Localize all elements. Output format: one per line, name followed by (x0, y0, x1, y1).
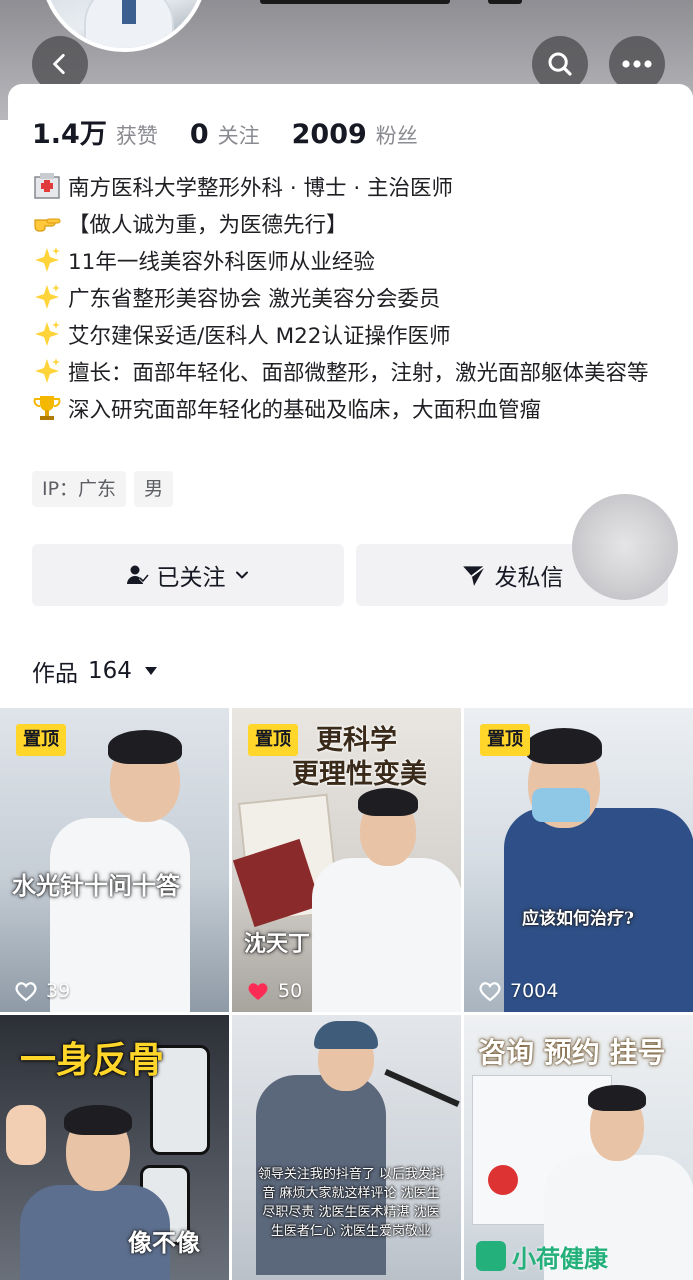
chevron-left-icon (53, 53, 65, 75)
works-tab[interactable]: 作品 164 (32, 654, 158, 688)
surgical-cap (314, 1021, 378, 1049)
bio-line: 擅长：面部年轻化、面部微整形，注射，激光面部躯体美容等 (32, 355, 672, 392)
heart-outline-icon (479, 982, 501, 1002)
figure-hair (358, 788, 418, 816)
video-grid: 置顶 水光针十问十答 39 置顶 更科学 更理性变美 沈天丁 50 置顶 应该如… (0, 708, 693, 1280)
user-check-icon (126, 565, 149, 584)
send-icon (462, 565, 485, 586)
like-count-value: 7004 (510, 980, 559, 1002)
video-title: 应该如何治疗? (522, 909, 634, 929)
video-thumbnail[interactable]: 一身反骨 像不像 (0, 1015, 229, 1280)
bio-line-5: 艾尔建保妥适/医科人 M22认证操作医师 (68, 324, 451, 349)
followers-count[interactable]: 2009 (292, 119, 367, 150)
video-title: 水光针十问十答 (12, 871, 180, 900)
floating-assistive-button[interactable] (572, 494, 678, 600)
followed-label: 已关注 (156, 565, 226, 591)
ip-location-tag: IP：广东 (32, 471, 127, 507)
bio-line: 艾尔建保妥适/医科人 M22认证操作医师 (32, 318, 672, 355)
sparkles-icon (35, 247, 60, 272)
followers-label[interactable]: 粉丝 (376, 120, 418, 150)
figure-coat (312, 858, 461, 1012)
send-message-label: 发私信 (494, 565, 564, 591)
face-mask (532, 788, 590, 822)
likes-count[interactable]: 1.4万 (32, 112, 107, 151)
video-title: 一身反骨 (20, 1039, 165, 1081)
laser-arm (384, 1068, 460, 1108)
caret-down-icon (144, 667, 157, 675)
like-count-value: 39 (46, 980, 71, 1002)
hospital-logo-mark (488, 1165, 518, 1195)
bio-line-6: 擅长：面部年轻化、面部微整形，注射，激光面部躯体美容等 (68, 361, 649, 386)
bio-line-7: 深入研究面部年轻化的基础及临床，大面积血管瘤 (68, 398, 542, 423)
bio-line: 深入研究面部年轻化的基础及临床，大面积血管瘤 (32, 392, 672, 429)
search-icon (548, 52, 572, 76)
pointing-hand-icon (34, 218, 61, 232)
sparkles-icon (35, 284, 60, 309)
bio-line-3: 11年一线美容外科医师从业经验 (68, 250, 375, 275)
status-dot (488, 0, 522, 4)
bio-line-4: 广东省整形美容协会 激光美容分会委员 (68, 287, 441, 312)
video-caption: 像不像 (128, 1228, 200, 1257)
video-thumbnail[interactable]: 领导关注我的抖音了 以后我发抖音 麻烦大家就这样评论 沈医生尽职尽责 沈医生医术… (232, 1015, 461, 1280)
trophy-icon (33, 396, 61, 420)
video-thumbnail[interactable]: 置顶 应该如何治疗? 7004 (464, 708, 693, 1012)
video-thumbnail[interactable]: 咨询 预约 挂号 小荷健康 (464, 1015, 693, 1280)
heart-filled-icon (248, 983, 268, 1000)
bio-line-2: 【做人诚为重，为医德先行】 (68, 213, 348, 238)
video-thumbnail[interactable]: 置顶 更科学 更理性变美 沈天丁 50 (232, 708, 461, 1012)
profile-tags: IP：广东 男 (32, 471, 181, 507)
bio-line: 【做人诚为重，为医德先行】 (32, 207, 672, 244)
video-title-bottom: 更理性变美 (292, 759, 427, 790)
brand-name: 小荷健康 (512, 1244, 608, 1273)
video-thumbnail[interactable]: 置顶 水光针十问十答 39 (0, 708, 229, 1012)
pinned-badge: 置顶 (248, 724, 298, 756)
like-count: 39 (14, 980, 70, 1002)
chevron-down-icon (235, 571, 248, 579)
status-strip (260, 0, 450, 4)
avatar-tie (122, 0, 136, 24)
heart-outline-icon (15, 982, 37, 1002)
bio: 南方医科大学整形外科 · 博士 · 主治医师 【做人诚为重，为医德先行】 11年… (32, 170, 672, 429)
following-count[interactable]: 0 (190, 119, 209, 150)
figure-hair (64, 1105, 132, 1135)
like-count: 50 (246, 980, 302, 1002)
gender-tag: 男 (134, 471, 174, 507)
sparkles-icon (35, 321, 60, 346)
sparkles-icon (35, 358, 60, 383)
doctor-name: 沈天丁 (244, 931, 311, 957)
likes-label[interactable]: 获赞 (116, 120, 158, 150)
figure-hair (108, 730, 182, 764)
brand-logo-icon (476, 1241, 506, 1271)
brand-badge: 小荷健康 (476, 1239, 608, 1273)
followed-button[interactable]: 已关注 (32, 544, 344, 606)
stats-row: 1.4万 获赞 0 关注 2009 粉丝 (32, 112, 450, 151)
works-label: 作品 (32, 661, 78, 687)
bio-line: 南方医科大学整形外科 · 博士 · 主治医师 (32, 170, 672, 207)
video-title: 咨询 预约 挂号 (478, 1036, 666, 1069)
video-caption: 领导关注我的抖音了 以后我发抖音 麻烦大家就这样评论 沈医生尽职尽责 沈医生医术… (257, 1167, 445, 1239)
figure-hair (526, 728, 602, 764)
bio-line: 广东省整形美容协会 激光美容分会委员 (32, 281, 672, 318)
like-count-value: 50 (278, 980, 303, 1002)
raised-hand (6, 1105, 46, 1165)
works-count: 164 (88, 658, 132, 684)
following-label[interactable]: 关注 (218, 120, 260, 150)
pinned-badge: 置顶 (16, 724, 66, 756)
figure-hair (588, 1085, 646, 1111)
bio-line-1: 南方医科大学整形外科 · 博士 · 主治医师 (68, 176, 454, 201)
more-horizontal-icon (622, 60, 652, 68)
figure-coat (50, 818, 190, 1012)
pinned-badge: 置顶 (480, 724, 530, 756)
hospital-icon (34, 173, 60, 199)
like-count: 7004 (478, 980, 558, 1002)
bio-line: 11年一线美容外科医师从业经验 (32, 244, 672, 281)
